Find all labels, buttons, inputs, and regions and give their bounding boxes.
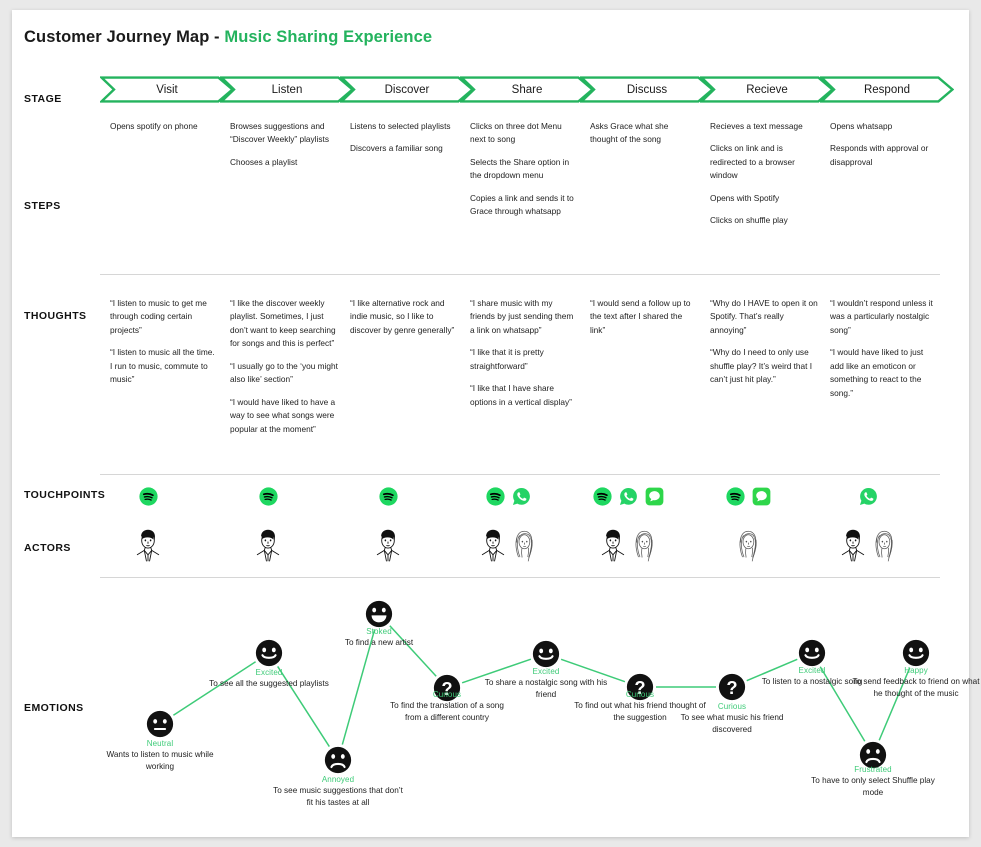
emotion-connector [277, 666, 330, 747]
stage-label: Discuss [626, 83, 668, 96]
emotion-connector [560, 658, 626, 683]
journey-map-canvas: Customer Journey Map - Music Sharing Exp… [12, 10, 980, 837]
emotion-connector [878, 667, 911, 741]
stage-label: Respond [863, 83, 911, 96]
stage-label: Share [511, 83, 543, 96]
stage-label: Recieve [746, 83, 788, 96]
emotion-connector [461, 658, 532, 684]
emotion-connector [389, 625, 437, 677]
emotion-connector [341, 629, 376, 745]
emotion-connector [819, 666, 866, 742]
emotion-connector [746, 658, 798, 682]
stage-label: Discover [384, 83, 430, 96]
emotion-connector [172, 661, 257, 716]
emotion-line-graph [172, 625, 911, 747]
stage-label: Listen [271, 83, 303, 96]
stage-label: Visit [156, 83, 178, 96]
